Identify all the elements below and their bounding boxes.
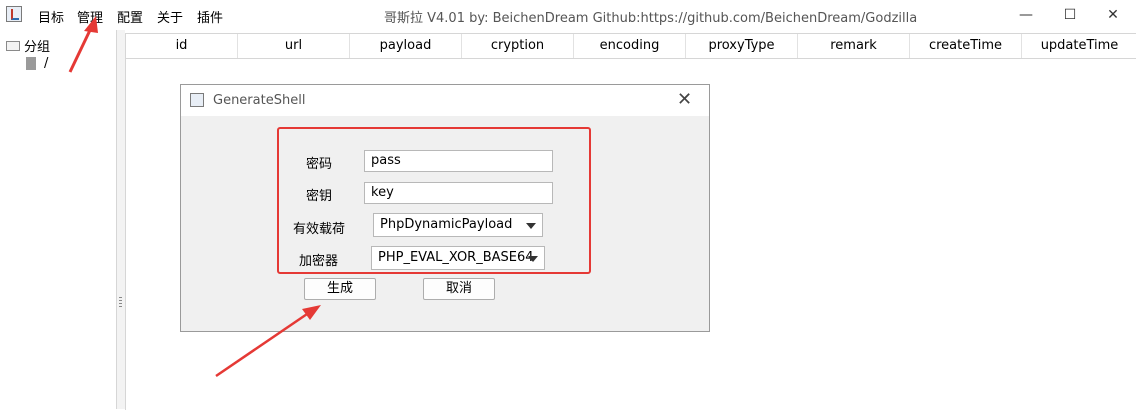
arrow-to-generate-button — [215, 305, 321, 378]
annotation-arrows — [68, 16, 321, 378]
arrow-to-manage-menu — [68, 16, 98, 73]
